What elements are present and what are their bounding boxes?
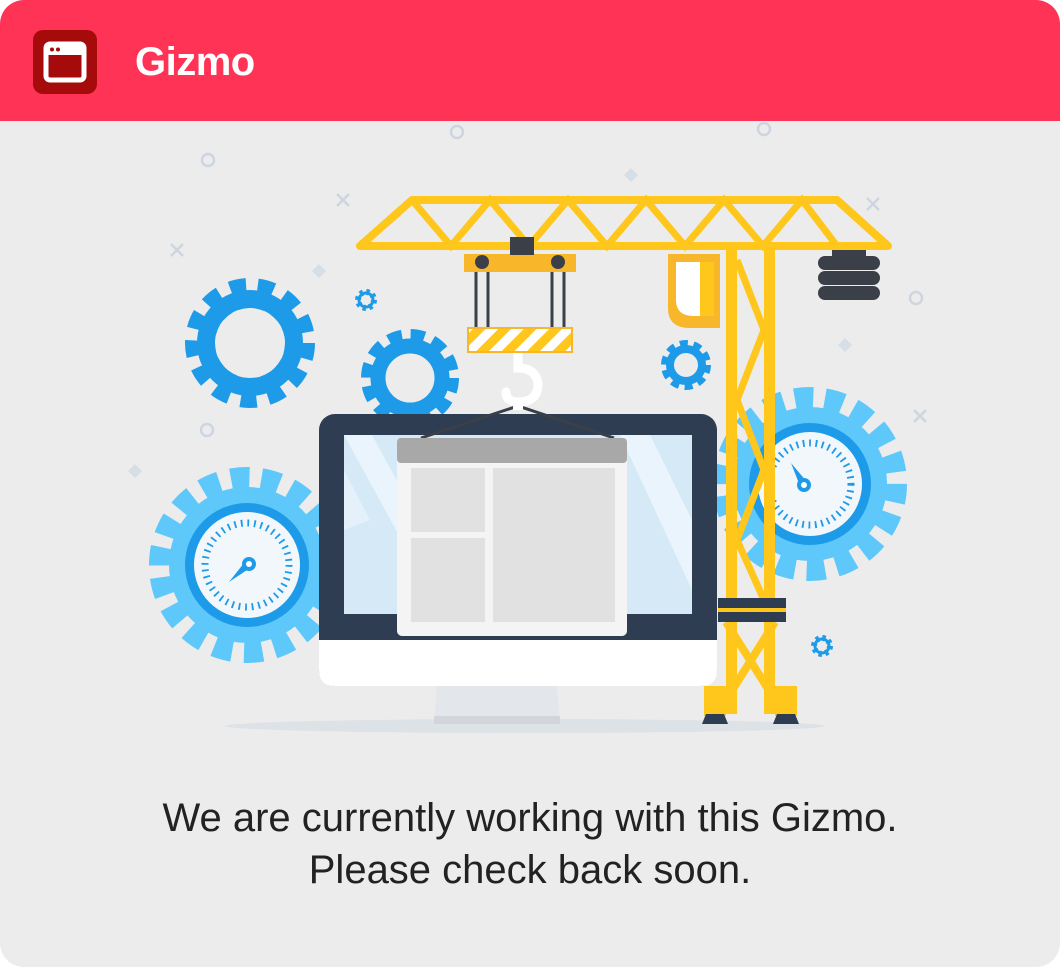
gear-icon-large-left bbox=[185, 278, 315, 408]
gizmo-window: Gizmo We are currently working with this… bbox=[0, 0, 1060, 967]
gear-icon-center bbox=[361, 329, 459, 427]
crane-hook-icon bbox=[501, 347, 543, 410]
browser-panel-icon bbox=[397, 404, 627, 636]
status-message: We are currently working with this Gizmo… bbox=[0, 792, 1060, 896]
browser-window-icon bbox=[33, 30, 97, 94]
app-title: Gizmo bbox=[135, 40, 255, 84]
gauge-gear-icon-right bbox=[713, 387, 907, 581]
status-message-line-1: We are currently working with this Gizmo… bbox=[162, 796, 898, 840]
status-message-line-2: Please check back soon. bbox=[308, 848, 752, 892]
under-construction-illustration bbox=[128, 121, 927, 733]
gauge-gear-icon-left bbox=[149, 467, 345, 663]
title-bar: Gizmo bbox=[0, 0, 1060, 121]
gear-icon-tiny-2 bbox=[811, 635, 833, 657]
gear-icon-small-right bbox=[661, 340, 711, 390]
gear-icon-tiny-1 bbox=[355, 289, 377, 311]
